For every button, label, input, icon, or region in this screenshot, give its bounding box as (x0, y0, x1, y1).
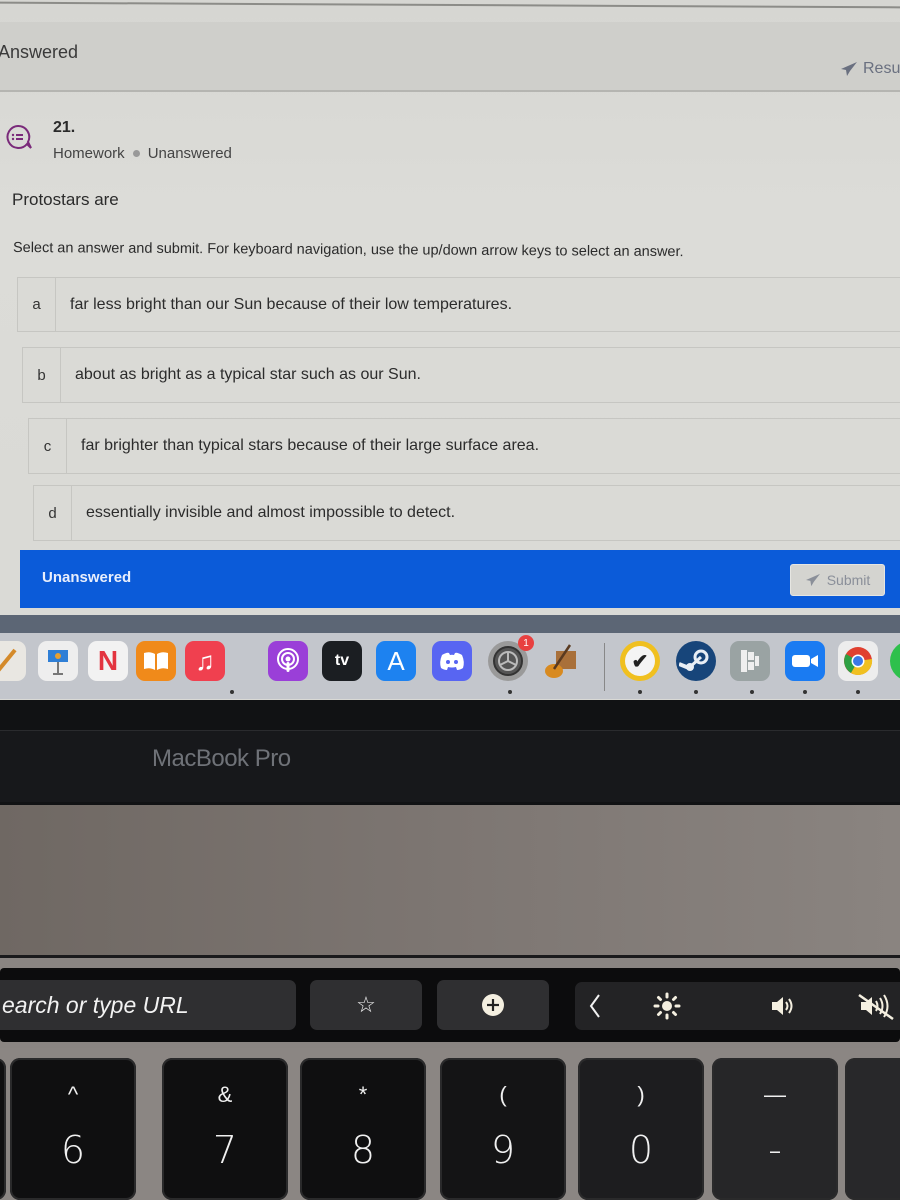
bezel-hinge (0, 730, 900, 802)
answer-choice-c[interactable]: c far brighter than typical stars becaus… (28, 418, 900, 474)
touchbar-bookmark-button[interactable]: ☆ (310, 980, 422, 1030)
key-shift-label: ( (499, 1082, 507, 1107)
touchbar-volume-button[interactable] (728, 982, 838, 1030)
running-indicator (856, 690, 860, 694)
dock-app-zoom-icon[interactable] (785, 641, 825, 681)
paper-plane-icon (805, 573, 820, 587)
running-indicator (638, 690, 642, 694)
dock-app-steam-icon[interactable] (676, 641, 716, 681)
dock: N ♫ tv A 1 ✔ (0, 633, 900, 699)
running-indicator (508, 690, 512, 694)
laptop-deck (0, 805, 900, 955)
brightness-icon (653, 992, 681, 1020)
choice-letter: a (18, 278, 56, 331)
choice-text: far less bright than our Sun because of … (70, 295, 513, 313)
key-9[interactable]: ( 9 (440, 1058, 566, 1200)
dock-app-pencil-icon[interactable] (0, 641, 26, 681)
plus-circle-icon (482, 994, 504, 1016)
key-6[interactable]: ^ 6 (10, 1058, 136, 1200)
divider (0, 1, 900, 9)
dock-separator (604, 643, 605, 691)
question-instructions: Select an answer and submit. For keyboar… (12, 240, 684, 261)
mute-icon (858, 993, 894, 1021)
multiple-choice-chat-icon (6, 124, 32, 149)
dock-app-keynote-icon[interactable] (38, 641, 78, 681)
key-main-label: - (768, 1128, 782, 1172)
touchbar-collapse-button[interactable] (580, 982, 610, 1030)
key-partial[interactable] (0, 1058, 6, 1200)
key-shift-label: — (764, 1082, 786, 1107)
answer-choice-b[interactable]: b about as bright as a typical star such… (22, 347, 900, 403)
norton-check: ✔ (625, 646, 655, 676)
choice-letter: d (34, 486, 72, 540)
answer-status-bar: Unanswered Submit (20, 550, 900, 608)
key-minus[interactable]: — - (712, 1058, 838, 1200)
choice-letter: b (23, 348, 61, 402)
results-button-label: Resu (863, 60, 900, 77)
dock-app-chrome-icon[interactable] (838, 641, 878, 681)
key-shift-label: * (358, 1082, 368, 1107)
dock-app-partial-icon[interactable] (890, 641, 900, 681)
key-main-label: 9 (490, 1128, 516, 1172)
choice-letter: c (29, 419, 67, 473)
dock-app-apple-tv-icon[interactable]: tv (322, 641, 362, 681)
touchbar-url-field[interactable]: earch or type URL (0, 980, 296, 1030)
separator-dot (132, 150, 140, 157)
url-placeholder: earch or type URL (2, 991, 189, 1018)
dock-app-news-icon[interactable]: N (88, 641, 128, 681)
answer-choice-a[interactable]: a far less bright than our Sun because o… (17, 277, 900, 332)
key-main-label: 7 (212, 1128, 238, 1172)
choice-text: about as bright as a typical star such a… (75, 366, 421, 383)
dock-app-norton-icon[interactable]: ✔ (620, 641, 660, 681)
choice-text: essentially invisible and almost impossi… (86, 504, 456, 521)
answered-section-header[interactable] (0, 22, 900, 92)
touchbar-brightness-button[interactable] (612, 982, 722, 1030)
running-indicator (750, 690, 754, 694)
key-shift-label: & (217, 1082, 233, 1107)
dock-app-garageband-icon[interactable] (540, 641, 580, 681)
running-indicator (803, 690, 807, 694)
key-main-label: 6 (60, 1128, 86, 1172)
question-number: 21. (53, 119, 76, 136)
results-button[interactable]: Resu (840, 60, 900, 78)
dock-app-system-preferences-icon[interactable]: 1 (488, 635, 534, 681)
key-main-label: 0 (628, 1128, 654, 1172)
answer-status: Unanswered (42, 569, 132, 586)
running-indicator (230, 690, 234, 694)
touchbar-new-tab-button[interactable] (437, 980, 549, 1030)
dock-app-dashlane-icon[interactable] (730, 641, 770, 681)
key-shift-label: ) (637, 1082, 645, 1107)
key-equals[interactable] (845, 1058, 900, 1200)
question-prompt: Protostars are (12, 190, 119, 209)
running-indicator (694, 690, 698, 694)
chevron-left-icon (589, 994, 600, 1018)
star-icon: ☆ (356, 992, 376, 1017)
key-7[interactable]: & 7 (162, 1058, 288, 1200)
dock-app-discord-icon[interactable] (432, 641, 472, 681)
key-main-label: 8 (350, 1128, 376, 1172)
key-shift-label: ^ (67, 1082, 79, 1107)
volume-icon (772, 997, 793, 1015)
brand-label: MacBook Pro (152, 745, 291, 772)
choice-text: far brighter than typical stars because … (81, 437, 540, 454)
dock-shadow (0, 615, 900, 635)
key-0[interactable]: ) 0 (578, 1058, 704, 1200)
paper-plane-icon (841, 62, 857, 76)
answer-choice-d[interactable]: d essentially invisible and almost impos… (33, 485, 900, 541)
dock-app-app-store-icon[interactable]: A (376, 641, 416, 681)
notification-badge: 1 (518, 635, 534, 651)
submit-label: Submit (826, 572, 871, 588)
touchbar-mute-button[interactable] (845, 982, 900, 1030)
answered-section-label: Answered (0, 42, 79, 62)
dock-app-music-icon[interactable]: ♫ (185, 641, 225, 681)
apple-tv-label: tv (334, 652, 350, 669)
question-type: Homework (53, 145, 125, 162)
browser-screen: Answered Resu 21. Homework Unanswered Pr… (0, 0, 900, 700)
key-8[interactable]: * 8 (300, 1058, 426, 1200)
question-status: Unanswered (147, 145, 232, 162)
submit-button[interactable]: Submit (790, 564, 885, 596)
question-meta: Homework Unanswered (53, 145, 232, 162)
dock-app-books-icon[interactable] (136, 641, 176, 681)
dock-app-podcasts-icon[interactable] (268, 641, 308, 681)
